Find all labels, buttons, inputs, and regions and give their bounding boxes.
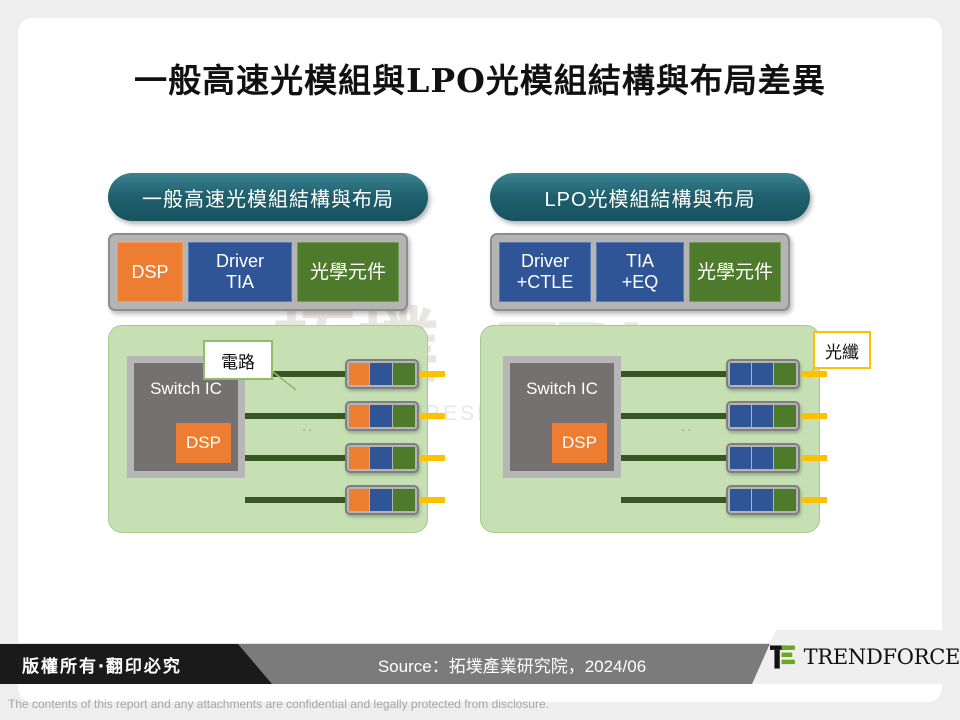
trendforce-wordmark: TRENDFORCE	[803, 645, 960, 669]
slide-canvas: 拓墣 TRI TOPOLOGY RESEARCH INSTITUTE 一般高速光…	[18, 18, 942, 702]
footer-source: Source：拓墣產業研究院，2024/06	[272, 644, 752, 684]
callout-fiber-label: 光纖	[825, 342, 859, 362]
callout-fiber: 光纖	[813, 331, 871, 369]
callout-circuit-label: 電路	[221, 352, 255, 372]
callout-leader-lines	[257, 351, 825, 391]
footer-bar: 版權所有‧翻印必究 Source：拓墣產業研究院，2024/06 TRENDFO…	[0, 630, 960, 684]
footer-copyright: 版權所有‧翻印必究	[0, 644, 272, 684]
trendforce-mark-icon	[770, 645, 795, 669]
footer-disclaimer: The contents of this report and any atta…	[8, 697, 549, 711]
callout-circuit: 電路	[203, 340, 273, 380]
footer-copyright-label: 版權所有‧翻印必究	[22, 656, 182, 677]
trendforce-logo: TRENDFORCE	[752, 630, 960, 684]
footer-source-label: Source：拓墣產業研究院，2024/06	[377, 656, 647, 676]
